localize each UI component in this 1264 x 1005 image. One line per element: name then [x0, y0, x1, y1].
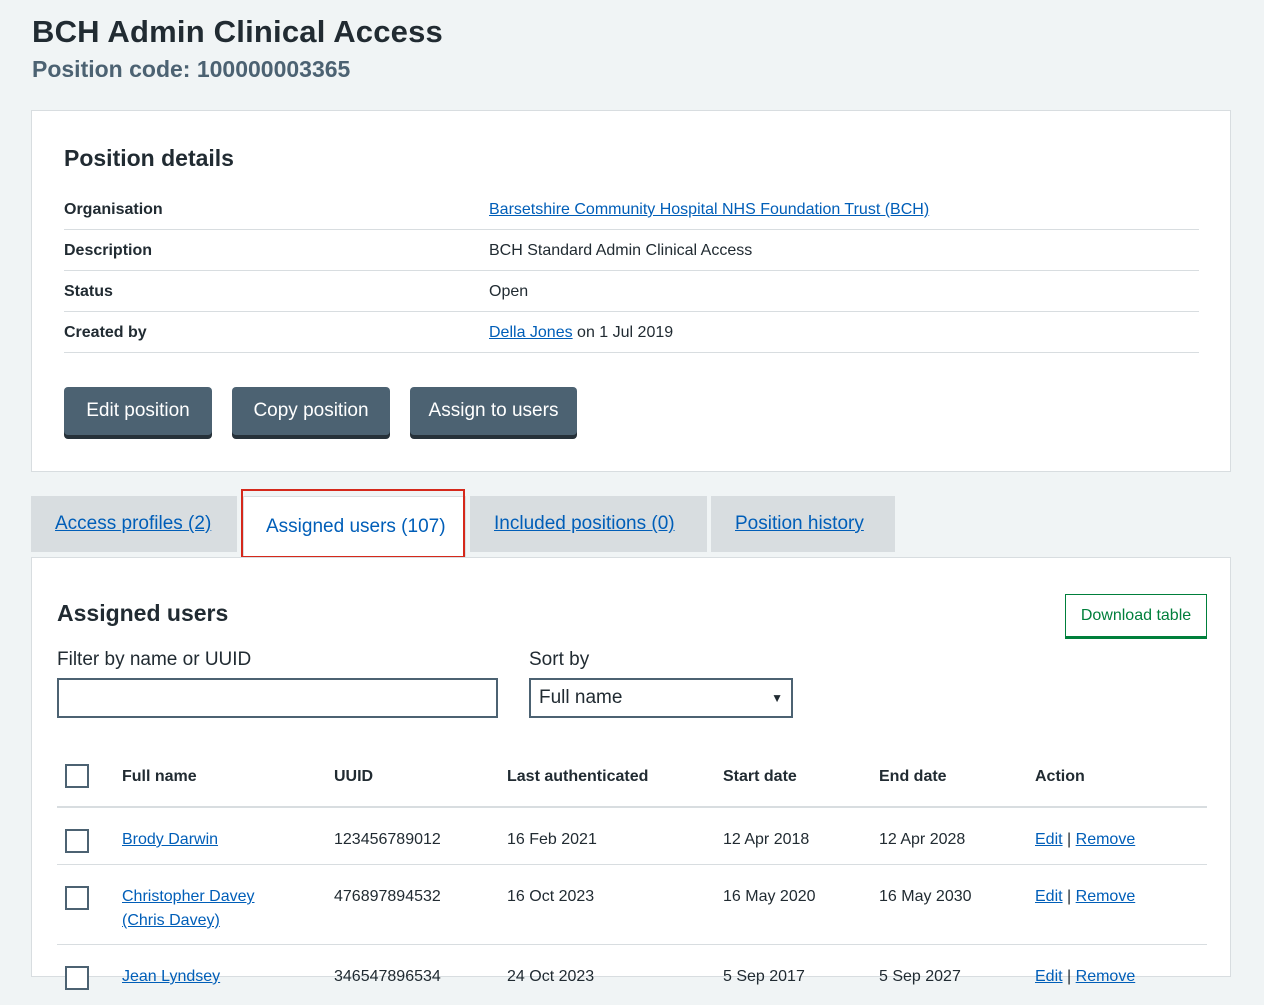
summary-key: Organisation: [64, 201, 163, 218]
column-header-end-date[interactable]: End date: [879, 768, 947, 786]
tab-included-positions[interactable]: Included positions (0): [470, 496, 707, 552]
remove-link[interactable]: Remove: [1076, 968, 1136, 985]
page: BCH Admin Clinical Access Position code:…: [0, 0, 1264, 990]
row-checkbox[interactable]: [65, 829, 89, 853]
summary-key: Created by: [64, 324, 147, 341]
column-header-last-authenticated[interactable]: Last authenticated: [507, 768, 648, 786]
summary-row-status: Status Open: [64, 271, 1199, 312]
action-separator: |: [1067, 831, 1072, 848]
tab-label[interactable]: Access profiles (2): [55, 513, 211, 535]
end-date-cell: 16 May 2030: [879, 888, 972, 905]
download-table-button[interactable]: Download table: [1065, 594, 1207, 637]
filter-input[interactable]: [57, 678, 498, 718]
row-checkbox[interactable]: [65, 966, 89, 990]
page-title: BCH Admin Clinical Access: [32, 14, 443, 49]
position-summary-list: Organisation Barsetshire Community Hospi…: [64, 189, 1199, 353]
tab-label[interactable]: Assigned users (107): [266, 516, 446, 538]
filter-label: Filter by name or UUID: [57, 649, 252, 670]
edit-link[interactable]: Edit: [1035, 831, 1063, 848]
assigned-users-table: Full name UUID Last authenticated Start …: [57, 746, 1207, 1005]
uuid-cell: 123456789012: [334, 831, 441, 848]
select-all-checkbox[interactable]: [65, 764, 89, 788]
created-by-link[interactable]: Della Jones: [489, 324, 573, 341]
chevron-down-icon: ▼: [771, 691, 783, 705]
summary-value: Della Jones on 1 Jul 2019: [489, 324, 673, 342]
remove-link[interactable]: Remove: [1076, 831, 1136, 848]
tab-position-history[interactable]: Position history: [711, 496, 895, 552]
table-header: Full name UUID Last authenticated Start …: [57, 746, 1207, 808]
summary-row-organisation: Organisation Barsetshire Community Hospi…: [64, 189, 1199, 230]
summary-row-created-by: Created by Della Jones on 1 Jul 2019: [64, 312, 1199, 353]
summary-row-description: Description BCH Standard Admin Clinical …: [64, 230, 1199, 271]
tab-label[interactable]: Position history: [735, 513, 864, 535]
column-header-uuid[interactable]: UUID: [334, 768, 373, 786]
column-header-action: Action: [1035, 768, 1085, 785]
start-date-cell: 16 May 2020: [723, 888, 816, 905]
column-header-full-name[interactable]: Full name: [122, 768, 197, 786]
summary-key: Description: [64, 242, 153, 259]
table-row: Brody Darwin 123456789012 16 Feb 2021 12…: [57, 808, 1207, 865]
sort-selected-value: Full name: [539, 687, 623, 708]
edit-position-button[interactable]: Edit position: [64, 387, 212, 435]
position-code: Position code: 100000003365: [32, 56, 351, 82]
sort-label: Sort by: [529, 649, 590, 670]
user-preferred-name-link[interactable]: (Chris Davey): [122, 912, 220, 929]
user-name-cell: Christopher Davey (Chris Davey): [122, 885, 255, 933]
column-header-start-date[interactable]: Start date: [723, 768, 797, 786]
table-row: Christopher Davey (Chris Davey) 476897894…: [57, 865, 1207, 945]
summary-value: Open: [489, 283, 529, 300]
action-separator: |: [1067, 888, 1072, 905]
tab-assigned-users[interactable]: Assigned users (107): [243, 496, 466, 557]
remove-link[interactable]: Remove: [1076, 888, 1136, 905]
row-checkbox[interactable]: [65, 886, 89, 910]
user-name-link[interactable]: Brody Darwin: [122, 828, 218, 852]
created-date: on 1 Jul 2019: [572, 324, 674, 341]
copy-position-button[interactable]: Copy position: [232, 387, 390, 435]
organisation-link[interactable]: Barsetshire Community Hospital NHS Found…: [489, 201, 929, 219]
end-date-cell: 12 Apr 2028: [879, 831, 966, 848]
sort-select[interactable]: Full name ▼: [529, 678, 793, 718]
edit-link[interactable]: Edit: [1035, 888, 1063, 905]
tab-label[interactable]: Included positions (0): [494, 513, 675, 535]
action-cell: Edit | Remove: [1035, 828, 1135, 852]
uuid-cell: 476897894532: [334, 888, 441, 905]
action-cell: Edit | Remove: [1035, 885, 1135, 909]
edit-link[interactable]: Edit: [1035, 968, 1063, 985]
assign-to-users-button[interactable]: Assign to users: [410, 387, 577, 435]
table-row: Jean Lyndsey 346547896534 24 Oct 2023 5 …: [57, 945, 1207, 1005]
position-details-card: Position details Organisation Barsetshir…: [31, 110, 1231, 472]
tab-access-profiles[interactable]: Access profiles (2): [31, 496, 237, 552]
user-name-link[interactable]: Christopher Davey: [122, 888, 255, 905]
last-authenticated-cell: 16 Oct 2023: [507, 888, 595, 905]
assigned-users-heading: Assigned users: [57, 600, 229, 626]
assigned-users-panel: Assigned users Download table Filter by …: [31, 557, 1231, 990]
summary-value: BCH Standard Admin Clinical Access: [489, 242, 753, 259]
start-date-cell: 12 Apr 2018: [723, 831, 810, 848]
action-separator: |: [1067, 968, 1072, 985]
summary-key: Status: [64, 283, 113, 300]
position-details-heading: Position details: [64, 145, 234, 171]
last-authenticated-cell: 16 Feb 2021: [507, 831, 597, 848]
